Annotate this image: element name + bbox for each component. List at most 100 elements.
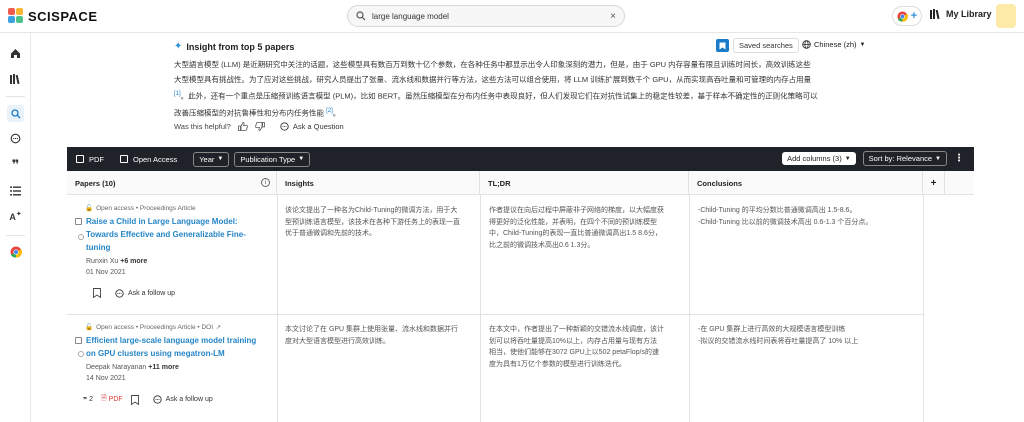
expand-row-icon[interactable] xyxy=(78,351,84,357)
ask-follow-up-button[interactable]: Ask a follow up xyxy=(115,288,175,298)
row-divider xyxy=(67,314,923,315)
paper-date: 01 Nov 2021 xyxy=(86,269,126,276)
info-icon[interactable]: i xyxy=(261,178,270,187)
app-logo[interactable]: SCISPACE xyxy=(8,8,98,24)
external-link-icon[interactable]: ↗ xyxy=(216,324,221,331)
pdf-filter-checkbox[interactable]: PDF xyxy=(76,155,104,164)
conclusions-cell: -在 GPU 集群上进行高效的大规模语言模型训练 -拟议的交错流水线时间表将吞吐… xyxy=(698,326,859,345)
paper-meta: 🔓 Open access • Proceedings Article xyxy=(85,204,196,213)
year-filter-dropdown[interactable]: Year ▼ xyxy=(193,151,230,167)
paper-actions: Ask a follow up xyxy=(93,288,271,298)
clear-search-icon[interactable]: × xyxy=(610,11,616,22)
paper-title-row: Efficient large-scale language model tra… xyxy=(75,334,271,360)
results-table: Papers (10) i Insights TL;DR Conclusions… xyxy=(67,171,974,422)
column-divider xyxy=(480,195,481,422)
language-select[interactable]: Chinese (zh) ▼ xyxy=(802,40,865,49)
column-divider xyxy=(923,195,924,422)
pdf-icon: 🗎 xyxy=(101,395,107,402)
thumbs-up-icon[interactable] xyxy=(237,122,248,131)
expand-row-icon[interactable] xyxy=(78,234,84,240)
search-input[interactable] xyxy=(372,11,611,21)
more-options-icon[interactable]: ⋮ xyxy=(954,153,964,164)
checkbox-icon xyxy=(76,155,84,163)
citation-link[interactable]: [1] xyxy=(174,91,181,97)
insight-line: 大型模型具有挑战性。为了应对这些挑战，研究人员提出了张量、流水线和数据并行等方法… xyxy=(174,75,812,84)
chrome-extension-icon[interactable] xyxy=(7,243,24,260)
paper-title-link[interactable]: Raise a Child in Large Language Model: T… xyxy=(86,215,246,254)
globe-icon xyxy=(802,40,811,49)
bookmark-icon[interactable] xyxy=(716,39,729,52)
library-nav-icon[interactable] xyxy=(7,70,24,87)
column-header-papers: Papers (10) i xyxy=(67,171,277,195)
open-access-icon: 🔓 xyxy=(85,324,94,331)
paper-date: 14 Nov 2021 xyxy=(86,375,126,382)
row-select-checkbox[interactable] xyxy=(75,337,82,344)
chat-icon[interactable] xyxy=(7,130,24,147)
ai-writer-icon[interactable]: A ✦ xyxy=(7,208,24,225)
rail-divider xyxy=(6,96,25,97)
publication-type-dropdown[interactable]: Publication Type ▼ xyxy=(234,151,311,167)
bookmark-icon[interactable] xyxy=(130,394,139,405)
chat-bubble-icon xyxy=(115,288,124,298)
helpful-label: Was this helpful? xyxy=(174,122,231,131)
quote-icon: ❞ xyxy=(83,396,88,404)
insights-cell: 本文讨论了在 GPU 集群上使用张量、流水线和数据并行 度对大型语言模型进行高效… xyxy=(285,326,459,345)
paper-title-link[interactable]: Efficient large-scale language model tra… xyxy=(86,334,256,360)
citation-link[interactable]: [2] xyxy=(326,108,333,114)
open-access-filter-checkbox[interactable]: Open Access xyxy=(120,155,177,164)
chevron-down-icon: ▼ xyxy=(217,156,224,162)
ask-question-label: Ask a Question xyxy=(292,122,344,131)
chevron-down-icon: ▼ xyxy=(935,155,941,162)
results-toolbar: PDF Open Access Year ▼ Publication Type ▼ … xyxy=(67,147,974,171)
search-icon xyxy=(356,11,366,21)
citation-count[interactable]: ❞ 2 xyxy=(83,396,93,404)
conclusions-cell: -Child-Tuning 的平均分数比普通微调高出 1.5-8.6。 -Chi… xyxy=(698,207,873,226)
saved-searches[interactable]: Saved searches xyxy=(716,38,799,53)
add-column-button[interactable]: + xyxy=(923,171,945,195)
quote-icon[interactable]: ❞ xyxy=(7,156,24,173)
browser-extension-button[interactable]: + xyxy=(892,6,922,26)
table-row: 🔓 Open access • Proceedings Article Rais… xyxy=(75,204,271,298)
paper-authors: Runxin Xu +6 more xyxy=(86,258,148,265)
sort-dropdown[interactable]: Sort by: Relevance ▼ xyxy=(862,151,947,166)
chat-bubble-icon xyxy=(280,122,289,131)
ask-question-button[interactable]: Ask a Question xyxy=(280,122,344,131)
insight-summary: 大型語言模型 (LLM) 是近期研究中关注的话题，这些模型具有数百万到数十亿个参… xyxy=(174,57,864,120)
chevron-down-icon: ▼ xyxy=(859,41,866,48)
search-bar[interactable]: × xyxy=(347,5,625,27)
column-divider xyxy=(277,195,278,422)
row-select-checkbox[interactable] xyxy=(75,218,82,225)
feedback-row: Was this helpful? Ask a Question xyxy=(174,122,344,131)
saved-searches-button[interactable]: Saved searches xyxy=(733,38,799,53)
list-icon[interactable] xyxy=(7,182,24,199)
my-library-link[interactable]: My Library xyxy=(930,9,992,19)
paper-meta: 🔓 Open access • Proceedings Article • DO… xyxy=(85,323,222,332)
column-header-conclusions: Conclusions xyxy=(689,171,923,195)
thumbs-down-icon[interactable] xyxy=(254,122,265,131)
column-header-insights: Insights xyxy=(277,171,480,195)
sparkle-icon: ✦ xyxy=(174,41,183,52)
insight-title: Insight from top 5 papers xyxy=(186,41,295,52)
left-nav-rail: ❞ A ✦ xyxy=(0,33,31,422)
search-nav-icon[interactable] xyxy=(7,105,24,122)
pdf-link[interactable]: 🗎 PDF xyxy=(101,394,123,405)
table-header: Papers (10) i Insights TL;DR Conclusions… xyxy=(67,171,974,195)
home-icon[interactable] xyxy=(7,45,24,62)
tldr-cell: 作者提议在向后过程中屏蔽非子网络的梯度，以大幅度获 得更好的泛化性能，并表明，在… xyxy=(489,207,664,249)
open-access-icon: 🔓 xyxy=(85,205,94,212)
column-divider xyxy=(689,195,690,422)
library-icon xyxy=(930,9,940,19)
insight-line: 改善压缩模型的对抗鲁棒性和分布内任务性能 [2]。 xyxy=(174,107,341,118)
more-authors-link[interactable]: +11 more xyxy=(148,364,179,371)
user-avatar[interactable] xyxy=(996,4,1016,28)
toolbar-right: Add columns (3) ▼ Sort by: Relevance ▼ ⋮ xyxy=(782,151,964,166)
plus-icon: + xyxy=(910,10,918,22)
insight-line: 大型語言模型 (LLM) 是近期研究中关注的话题，这些模型具有数百万到数十亿个参… xyxy=(174,60,811,69)
ask-follow-up-button[interactable]: Ask a follow up xyxy=(153,395,213,404)
bookmark-icon[interactable] xyxy=(93,288,101,298)
paper-authors: Deepak Narayanan +11 more xyxy=(86,364,179,371)
logo-mark-icon xyxy=(8,8,24,24)
add-columns-button[interactable]: Add columns (3) ▼ xyxy=(782,152,856,165)
checkbox-icon xyxy=(120,155,128,163)
more-authors-link[interactable]: +6 more xyxy=(120,258,147,265)
